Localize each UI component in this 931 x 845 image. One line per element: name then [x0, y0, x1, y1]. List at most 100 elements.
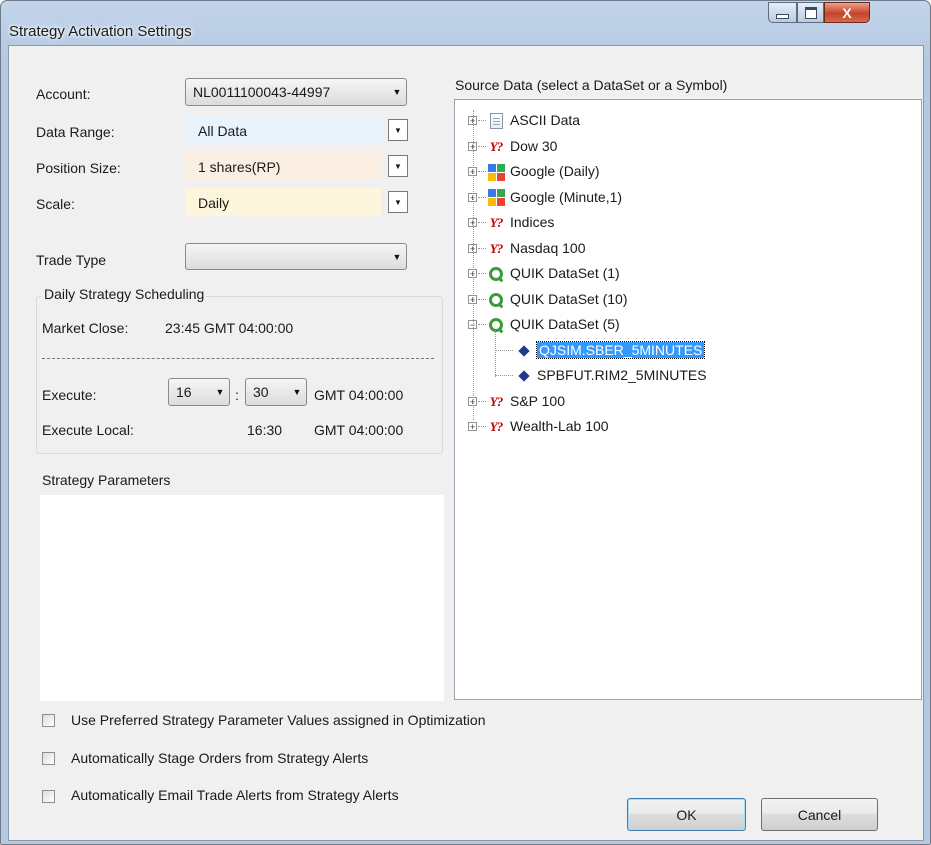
- time-separator: :: [235, 387, 239, 403]
- maximize-button[interactable]: [797, 2, 824, 23]
- position-size-label: Position Size:: [36, 160, 121, 176]
- ok-button[interactable]: OK: [627, 798, 746, 831]
- tree-item[interactable]: + Y? S&P 100: [455, 391, 921, 413]
- chevron-down-icon: ▼: [292, 387, 302, 397]
- position-size-field[interactable]: 1 shares(RP): [185, 152, 381, 180]
- tree-item[interactable]: QJSIM.SBER_5MINUTES: [455, 340, 921, 362]
- tree-connector: [478, 145, 486, 147]
- trade-type-select[interactable]: ▼: [185, 243, 407, 270]
- tree-item-label: QUIK DataSet (10): [510, 290, 628, 307]
- tree-connector: [478, 171, 486, 172]
- tree-connector: [478, 298, 486, 300]
- data-range-field[interactable]: All Data: [185, 116, 381, 144]
- tree-item[interactable]: + Y? Indices: [455, 212, 921, 234]
- execute-local-time: 16:30: [247, 422, 283, 438]
- tree-connector: [478, 196, 486, 198]
- chevron-down-icon: ▼: [394, 125, 402, 135]
- market-close-label: Market Close:: [42, 320, 129, 336]
- tree-item-label: QUIK DataSet (5): [510, 316, 620, 332]
- strategy-parameters-grid[interactable]: [40, 495, 444, 701]
- yahoo-icon: Y?: [489, 419, 503, 434]
- position-size-dropdown-button[interactable]: ▼: [388, 155, 408, 177]
- tree-item-label: Dow 30: [510, 137, 558, 154]
- execute-timezone: GMT 04:00:00: [314, 387, 404, 403]
- tree-item-label: Google (Minute,1): [510, 188, 623, 205]
- tree-item-label: SPBFUT.RIM2_5MINUTES: [537, 367, 707, 383]
- tree-item-label: QJSIM.SBER_5MINUTES: [535, 340, 706, 359]
- quik-icon: [487, 265, 505, 283]
- tree-item[interactable]: + Google (Daily): [455, 161, 921, 183]
- email-alerts-checkbox[interactable]: [42, 790, 55, 803]
- close-button[interactable]: X: [824, 2, 870, 23]
- maximize-icon: [804, 6, 817, 19]
- data-range-dropdown-button[interactable]: ▼: [388, 119, 408, 141]
- chevron-down-icon: ▼: [392, 251, 402, 262]
- strategy-parameters-label: Strategy Parameters: [42, 472, 171, 488]
- symbol-icon: [515, 342, 533, 360]
- yahoo-icon: Y?: [489, 138, 503, 154]
- tree-item-label: Google (Daily): [510, 163, 600, 179]
- execute-label: Execute:: [42, 387, 97, 403]
- tree-connector: [473, 110, 474, 420]
- scale-value: Daily: [198, 195, 230, 211]
- tree-item[interactable]: + Y? Wealth-Lab 100: [455, 416, 921, 438]
- execute-local-label: Execute Local:: [42, 422, 134, 438]
- tree-item[interactable]: + Google (Minute,1): [455, 187, 921, 209]
- position-size-value: 1 shares(RP): [198, 159, 281, 175]
- data-range-label: Data Range:: [36, 124, 115, 140]
- close-icon: X: [842, 4, 852, 21]
- source-data-tree[interactable]: + ASCII Data + Y? Dow 30 + Google (Daily) + Goog…: [454, 99, 922, 700]
- tree-connector: [478, 273, 486, 274]
- market-close-value: 23:45 GMT 04:00:00: [165, 320, 294, 336]
- tree-connector: [478, 120, 486, 121]
- minimize-icon: [776, 14, 789, 19]
- minimize-button[interactable]: [768, 2, 797, 23]
- source-data-label: Source Data (select a DataSet or a Symbo…: [455, 77, 728, 93]
- execute-hour-select[interactable]: 16 ▼: [168, 378, 230, 406]
- tree-item[interactable]: + QUIK DataSet (10): [455, 289, 921, 311]
- tree-item[interactable]: SPBFUT.RIM2_5MINUTES: [455, 365, 921, 387]
- strategy-activation-dialog: Strategy Activation Settings X Account: …: [0, 0, 931, 845]
- tree-connector: [478, 400, 486, 402]
- scale-field[interactable]: Daily: [185, 188, 381, 216]
- execute-minute-value: 30: [253, 384, 269, 400]
- account-select[interactable]: NL0011100043-44997 ▼: [185, 78, 407, 106]
- tree-item[interactable]: + ASCII Data: [455, 110, 921, 132]
- scale-dropdown-button[interactable]: ▼: [388, 191, 408, 213]
- execute-minute-select[interactable]: 30 ▼: [245, 378, 307, 406]
- tree-connector: [478, 324, 486, 325]
- tree-item[interactable]: + Y? Nasdaq 100: [455, 238, 921, 260]
- execute-local-timezone: GMT 04:00:00: [314, 422, 404, 438]
- scale-label: Scale:: [36, 196, 75, 212]
- tree-item[interactable]: + QUIK DataSet (1): [455, 263, 921, 285]
- symbol-icon: [515, 367, 533, 385]
- document-icon: [487, 112, 505, 130]
- chevron-down-icon: ▼: [394, 197, 402, 207]
- tree-item-label: Nasdaq 100: [510, 239, 586, 256]
- google-icon: [487, 189, 505, 207]
- expand-icon[interactable]: +: [468, 422, 477, 432]
- tree-connector: [478, 222, 486, 223]
- dialog-client-area: Account: NL0011100043-44997 ▼ Data Range…: [8, 45, 924, 841]
- cancel-button[interactable]: Cancel: [761, 798, 878, 831]
- tree-item-label: ASCII Data: [510, 112, 581, 128]
- title-bar[interactable]: Strategy Activation Settings X: [1, 1, 930, 45]
- chevron-down-icon: ▼: [394, 161, 402, 171]
- ok-button-label: OK: [676, 806, 697, 823]
- execute-hour-value: 16: [176, 384, 192, 400]
- tree-connector: [478, 426, 486, 427]
- tree-item-label: S&P 100: [510, 392, 566, 409]
- trade-type-label: Trade Type: [36, 252, 107, 268]
- yahoo-icon: Y?: [489, 240, 503, 256]
- separator: [42, 358, 434, 359]
- window-title: Strategy Activation Settings: [9, 23, 192, 40]
- chevron-down-icon: ▼: [392, 87, 402, 97]
- tree-item-label: Wealth-Lab 100: [510, 418, 609, 434]
- preferred-values-checkbox[interactable]: [42, 714, 55, 727]
- data-range-value: All Data: [198, 123, 248, 139]
- tree-item-label: Indices: [510, 214, 555, 230]
- preferred-values-label: Use Preferred Strategy Parameter Values …: [71, 712, 486, 728]
- stage-orders-checkbox[interactable]: [42, 752, 55, 765]
- tree-item[interactable]: − QUIK DataSet (5): [455, 314, 921, 336]
- tree-item[interactable]: + Y? Dow 30: [455, 136, 921, 158]
